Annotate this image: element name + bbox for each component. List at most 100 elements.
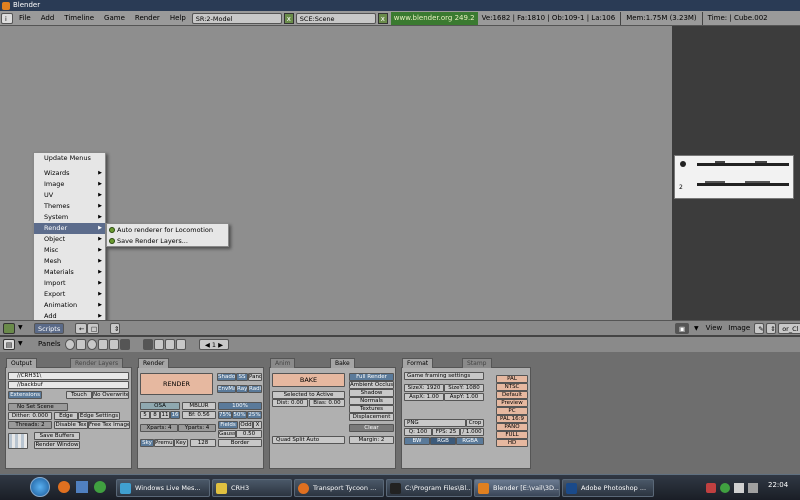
panels-menu[interactable]: Panels: [38, 340, 61, 348]
image-image-menu[interactable]: Image: [725, 321, 753, 336]
menu-item-update-menus[interactable]: Update Menus: [34, 153, 105, 164]
render-tab[interactable]: Render: [138, 358, 170, 368]
frame-field[interactable]: ◀ 1 ▶: [199, 339, 229, 350]
tray-volume-icon[interactable]: [748, 483, 758, 493]
start-button[interactable]: [30, 477, 50, 497]
aspx-field[interactable]: AspX: 1.00: [404, 393, 444, 401]
blur-factor-field[interactable]: Bf: 0.56: [182, 411, 216, 419]
fields-toggle[interactable]: Fields: [218, 421, 238, 429]
script-icon[interactable]: [76, 339, 86, 350]
sky-toggle[interactable]: Sky: [140, 439, 154, 447]
menu-item-render[interactable]: Render ▶: [34, 223, 105, 234]
editor-type-icon[interactable]: [3, 323, 15, 334]
anim-tab[interactable]: Anim: [270, 358, 296, 368]
firefox-quicklaunch-icon[interactable]: [58, 481, 70, 493]
menu-item-export[interactable]: Export ▶: [34, 289, 105, 300]
preset-pal[interactable]: PAL: [496, 375, 528, 383]
menu-timeline[interactable]: Timeline: [59, 11, 99, 26]
blender-website-link[interactable]: www.blender.org 249.2: [390, 11, 478, 25]
menu-item-object[interactable]: Object ▶: [34, 234, 105, 245]
bias-field[interactable]: Bias: 0.00: [309, 399, 345, 407]
color-depth-selector[interactable]: 128: [190, 439, 216, 447]
menu-item-mesh[interactable]: Mesh ▶: [34, 256, 105, 267]
quality-field[interactable]: Q: 100: [404, 428, 432, 436]
dist-field[interactable]: Dist: 0.00: [272, 399, 308, 407]
system-clock[interactable]: 22:04: [768, 481, 788, 489]
set-scene-selector[interactable]: No Set Scene: [8, 403, 68, 411]
task-crh3[interactable]: CRH3: [212, 479, 292, 497]
free-tex-image-toggle[interactable]: Free Tex Image: [88, 421, 130, 429]
collapse-arrow-icon[interactable]: ▼: [18, 324, 23, 331]
world-buttons-icon[interactable]: [176, 339, 186, 350]
preset-pc[interactable]: PC: [496, 407, 528, 415]
window-icon[interactable]: □: [87, 323, 99, 334]
threads-field[interactable]: Threads: 2: [8, 421, 52, 429]
menu-item-image[interactable]: Image ▶: [34, 179, 105, 190]
rgb-toggle[interactable]: RGB: [430, 437, 456, 445]
tray-messenger-icon[interactable]: [720, 483, 730, 493]
render-layers-tab[interactable]: Render Layers: [70, 358, 124, 368]
sizex-field[interactable]: SizeX: 1920: [404, 384, 444, 392]
render-button[interactable]: RENDER: [140, 373, 213, 395]
bake-tab[interactable]: Bake: [330, 358, 355, 368]
info-icon[interactable]: i: [1, 12, 13, 24]
crop-toggle[interactable]: Crop: [466, 419, 484, 427]
messenger-quicklaunch-icon[interactable]: [94, 481, 106, 493]
shading-icon[interactable]: [87, 339, 97, 350]
preset-preview[interactable]: Preview: [496, 399, 528, 407]
menu-item-uv[interactable]: UV ▶: [34, 190, 105, 201]
preset-default[interactable]: Default: [496, 391, 528, 399]
submenu-item-save-render-layers[interactable]: Save Render Layers...: [107, 236, 228, 247]
preset-full[interactable]: FULL: [496, 431, 528, 439]
file-format-selector[interactable]: PNG: [404, 419, 466, 427]
menu-help[interactable]: Help: [165, 11, 191, 26]
menu-item-animation[interactable]: Animation ▶: [34, 300, 105, 311]
task-transport-tycoon[interactable]: Transport Tycoon ...: [294, 479, 384, 497]
object-icon[interactable]: [98, 339, 108, 350]
menu-item-import[interactable]: Import ▶: [34, 278, 105, 289]
scene-delete-button[interactable]: x: [377, 12, 388, 24]
edge-settings-button[interactable]: Edge Settings: [78, 412, 120, 420]
output-tab[interactable]: Output: [6, 358, 37, 368]
bw-toggle[interactable]: BW: [404, 437, 430, 445]
sss-toggle[interactable]: SS: [236, 373, 248, 381]
preset-ntsc[interactable]: NTSC: [496, 383, 528, 391]
fps-field[interactable]: FPS: 25: [432, 428, 460, 436]
bake-ambient-occlusion[interactable]: Ambient Occlusion: [349, 381, 394, 389]
size-100-button[interactable]: 100%: [218, 402, 262, 410]
osa-5[interactable]: 5: [140, 411, 150, 419]
sound-buttons-icon[interactable]: [165, 339, 175, 350]
pano-toggle[interactable]: Pano: [248, 373, 262, 381]
scene-icon[interactable]: [120, 339, 130, 350]
osa-11[interactable]: 11: [160, 411, 170, 419]
render-window-selector[interactable]: Render Window: [34, 441, 80, 449]
bake-textures[interactable]: Textures: [349, 405, 394, 413]
menu-item-misc[interactable]: Misc ▶: [34, 245, 105, 256]
menu-item-system[interactable]: System ▶: [34, 212, 105, 223]
preset-hd[interactable]: HD: [496, 439, 528, 447]
size-25-button[interactable]: 25%: [247, 411, 262, 419]
editing-icon[interactable]: [109, 339, 119, 350]
dither-field[interactable]: Dither: 0.000: [8, 412, 52, 420]
menu-add[interactable]: Add: [36, 11, 60, 26]
bake-normals[interactable]: Normals: [349, 397, 394, 405]
menu-item-materials[interactable]: Materials ▶: [34, 267, 105, 278]
sizey-field[interactable]: SizeY: 1080: [444, 384, 484, 392]
x-toggle[interactable]: X: [253, 421, 262, 429]
touch-toggle[interactable]: Touch: [66, 391, 92, 399]
quad-split-selector[interactable]: Quad Split Auto: [272, 436, 345, 444]
format-tab[interactable]: Format: [402, 358, 434, 368]
menu-render[interactable]: Render: [130, 11, 165, 26]
bake-displacement[interactable]: Displacement: [349, 413, 394, 421]
output-path-field[interactable]: //CRH31\: [8, 372, 129, 380]
logic-icon[interactable]: [65, 339, 75, 350]
pin-icon[interactable]: ✎: [754, 322, 765, 334]
mblur-toggle[interactable]: MBLUR: [182, 402, 216, 410]
buttons-editor-type-icon[interactable]: ▤: [3, 339, 15, 350]
render-buttons-icon[interactable]: [143, 339, 153, 350]
disable-tex-toggle[interactable]: Disable Tex: [54, 421, 88, 429]
stamp-tab[interactable]: Stamp: [462, 358, 492, 368]
edge-toggle[interactable]: Edge: [54, 412, 78, 420]
bake-clear-toggle[interactable]: Clear: [349, 424, 394, 432]
border-toggle[interactable]: Border: [218, 439, 262, 447]
